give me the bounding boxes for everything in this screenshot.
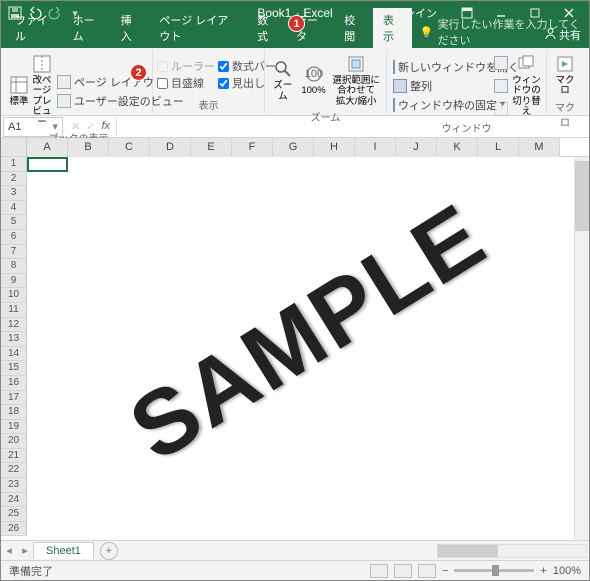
col-header-G[interactable]: G (273, 138, 314, 157)
row-header-1[interactable]: 1 (1, 157, 27, 172)
col-header-D[interactable]: D (150, 138, 191, 157)
col-header-K[interactable]: K (437, 138, 478, 157)
zoom-selection-button[interactable]: 選択範囲に合わせて 拡大/縮小 (330, 52, 382, 109)
row-header-13[interactable]: 13 (1, 332, 27, 347)
unhide-icon[interactable] (494, 102, 508, 116)
watermark: SAMPLE (113, 184, 504, 483)
row-header-11[interactable]: 11 (1, 303, 27, 318)
tab-formulas[interactable]: 数式 (247, 8, 286, 48)
tab-pagelayout[interactable]: ページ レイアウト (149, 8, 247, 48)
col-header-C[interactable]: C (109, 138, 150, 157)
status-bar: 準備完了 − + 100% (1, 560, 589, 580)
switch-window-button[interactable]: ウィンドウの 切り替え (511, 52, 542, 120)
status-text: 準備完了 (9, 563, 53, 579)
row-header-24[interactable]: 24 (1, 493, 27, 508)
col-header-I[interactable]: I (355, 138, 396, 157)
tab-view[interactable]: 表示 (373, 8, 412, 48)
zoom-slider[interactable] (454, 569, 534, 572)
tab-review[interactable]: 校閲 (334, 8, 373, 48)
arrange-button[interactable]: 整列 (391, 77, 491, 95)
col-header-M[interactable]: M (519, 138, 560, 157)
col-header-F[interactable]: F (232, 138, 273, 157)
cancel-icon: ✕ (71, 120, 80, 133)
tab-insert[interactable]: 挿入 (111, 8, 150, 48)
lightbulb-icon: 💡 (420, 26, 434, 39)
zoom-in-icon[interactable]: + (540, 565, 546, 577)
row-header-9[interactable]: 9 (1, 274, 27, 289)
new-window-button[interactable]: 新しいウィンドウを開く (391, 58, 491, 76)
pagebreak-view-icon[interactable] (418, 564, 436, 578)
macro-button[interactable]: マクロ (551, 52, 579, 99)
tab-home[interactable]: ホーム (63, 8, 111, 48)
zoom-button[interactable]: ズーム (269, 52, 297, 109)
sheet-tab-bar: ◂ ▸ Sheet1 + (1, 540, 589, 560)
row-header-26[interactable]: 26 (1, 522, 27, 537)
row-header-5[interactable]: 5 (1, 215, 27, 230)
row-header-16[interactable]: 16 (1, 376, 27, 391)
ruler-checkbox: ルーラー (157, 58, 215, 74)
row-header-4[interactable]: 4 (1, 201, 27, 216)
row-header-7[interactable]: 7 (1, 245, 27, 260)
share-button[interactable]: 共有 (544, 27, 581, 43)
row-header-6[interactable]: 6 (1, 230, 27, 245)
col-header-E[interactable]: E (191, 138, 232, 157)
pagebreak-button[interactable]: 改ページ プレビュー (32, 52, 52, 130)
hide-icon[interactable] (494, 79, 508, 93)
row-header-17[interactable]: 17 (1, 391, 27, 406)
group-label-macro: マクロ (551, 99, 579, 113)
col-header-A[interactable]: A (27, 138, 68, 157)
col-header-B[interactable]: B (68, 138, 109, 157)
row-header-3[interactable]: 3 (1, 186, 27, 201)
row-header-21[interactable]: 21 (1, 449, 27, 464)
group-label-zoom: ズーム (269, 109, 382, 123)
row-header-10[interactable]: 10 (1, 288, 27, 303)
group-label-show: 表示 (157, 97, 260, 111)
enter-icon: ✓ (86, 120, 95, 133)
row-header-12[interactable]: 12 (1, 318, 27, 333)
row-header-14[interactable]: 14 (1, 347, 27, 362)
row-header-18[interactable]: 18 (1, 405, 27, 420)
normal-view-icon[interactable] (370, 564, 388, 578)
zoom-100-button[interactable]: 100 100% (300, 52, 328, 109)
col-header-H[interactable]: H (314, 138, 355, 157)
share-icon (544, 27, 557, 43)
svg-text:100: 100 (304, 68, 322, 80)
row-header-19[interactable]: 19 (1, 420, 27, 435)
normal-view-button[interactable]: 標準 (9, 52, 29, 130)
share-label: 共有 (559, 27, 581, 43)
group-label-window: ウィンドウ (391, 120, 542, 134)
annotation-badge-1: 1 (288, 15, 305, 32)
row-header-25[interactable]: 25 (1, 507, 27, 522)
freeze-button[interactable]: ウィンドウ枠の固定 ▾ (391, 96, 491, 114)
annotation-badge-2: 2 (130, 64, 147, 81)
active-cell (27, 157, 68, 172)
col-header-L[interactable]: L (478, 138, 519, 157)
row-header-2[interactable]: 2 (1, 172, 27, 187)
zoom-percent[interactable]: 100% (553, 565, 581, 577)
tab-file[interactable]: ファイル (5, 8, 63, 48)
select-all-corner[interactable] (1, 138, 27, 156)
sheet-tab[interactable]: Sheet1 (33, 542, 94, 559)
sheet-nav-next[interactable]: ▸ (17, 544, 33, 557)
col-header-J[interactable]: J (396, 138, 437, 157)
row-header-23[interactable]: 23 (1, 478, 27, 493)
row-header-20[interactable]: 20 (1, 434, 27, 449)
vertical-scrollbar[interactable] (574, 157, 589, 540)
row-header-8[interactable]: 8 (1, 259, 27, 274)
new-sheet-button[interactable]: + (100, 542, 118, 560)
ribbon: 標準 改ページ プレビュー ページ レイアウト ユーザー設定のビュー ブックの表… (1, 48, 589, 116)
row-header-22[interactable]: 22 (1, 463, 27, 478)
row-header-15[interactable]: 15 (1, 361, 27, 376)
gridlines-checkbox[interactable]: 目盛線 (157, 75, 215, 91)
horizontal-scrollbar[interactable] (437, 544, 587, 558)
split-icon[interactable] (494, 56, 508, 70)
zoom-out-icon[interactable]: − (442, 565, 448, 577)
pagelayout-view-icon[interactable] (394, 564, 412, 578)
worksheet[interactable]: ABCDEFGHIJKLM 12345678910111213141516171… (1, 138, 589, 540)
sheet-nav-prev[interactable]: ◂ (1, 544, 17, 557)
